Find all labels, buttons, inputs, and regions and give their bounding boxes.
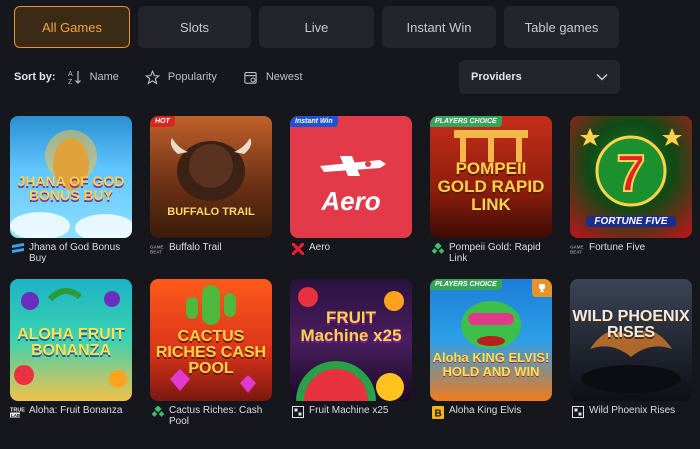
game-card[interactable]: JHANA OF GOD BONUS BUY Jhana of God Bonu…: [10, 116, 132, 279]
game-card[interactable]: Instant Win Aero Aero: [290, 116, 412, 279]
gamebeat-provider-icon: GAME BEAT: [570, 242, 586, 256]
game-name[interactable]: Jhana of God Bonus Buy: [29, 242, 132, 264]
game-art-title: POMPEII GOLD RAPID LINK: [437, 159, 545, 214]
tab-all-games[interactable]: All Games: [14, 6, 130, 48]
category-tabs: All Games Slots Live Instant Win Table g…: [14, 6, 619, 48]
trophy-icon: [532, 279, 552, 297]
badge-players-choice: PLAYERS CHOICE: [430, 116, 502, 127]
game-thumbnail[interactable]: ALOHA FRUIT BONANZA: [10, 279, 132, 401]
sort-az-icon: A Z: [68, 71, 81, 85]
game-thumbnail[interactable]: HOT BUFFALO TRAIL: [150, 116, 272, 238]
svg-text:B: B: [435, 408, 442, 419]
game-art-title: WILD PHOENIX RISES: [572, 308, 690, 341]
sort-label: Sort by:: [14, 71, 56, 83]
game-meta: Jhana of God Bonus Buy: [10, 242, 132, 264]
game-art-title: FORTUNE FIVE: [586, 216, 676, 227]
game-meta: GAME BEAT Buffalo Trail: [150, 242, 272, 256]
game-name[interactable]: Cactus Riches: Cash Pool: [169, 405, 272, 427]
game-art-title: Aloha KING ELVIS! HOLD AND WIN: [432, 350, 550, 379]
game-card[interactable]: FRUIT Machine x25 Fruit Machine x25: [290, 279, 412, 442]
game-thumbnail[interactable]: WILD PHOENIX RISES: [570, 279, 692, 401]
b-provider-icon: B: [430, 405, 446, 419]
chevron-down-icon: [596, 73, 608, 81]
game-name[interactable]: Wild Phoenix Rises: [589, 405, 675, 416]
game-meta: Pompeii Gold: Rapid Link: [430, 242, 552, 264]
badge-instant-win: Instant Win: [290, 116, 338, 127]
tab-table-games[interactable]: Table games: [504, 6, 619, 48]
sort-by-popularity[interactable]: Popularity: [144, 69, 217, 85]
sort-by-newest[interactable]: Newest: [243, 70, 303, 85]
providers-dropdown[interactable]: Providers: [459, 60, 620, 94]
calendar-icon: [244, 71, 257, 84]
truelab-provider-icon: TRUE LAB: [10, 405, 26, 419]
game-art-title: BUFFALO TRAIL: [167, 206, 255, 218]
tab-live[interactable]: Live: [259, 6, 374, 48]
game-card[interactable]: 7 FORTUNE FIVE GAME BEAT Fortune Five: [570, 116, 692, 279]
game-thumbnail[interactable]: FRUIT Machine x25: [290, 279, 412, 401]
svg-text:A: A: [68, 71, 73, 78]
grid-provider-icon: [570, 405, 586, 419]
game-card[interactable]: WILD PHOENIX RISES Wild Phoenix Rises: [570, 279, 692, 442]
game-thumbnail[interactable]: Instant Win Aero: [290, 116, 412, 238]
game-thumbnail[interactable]: PLAYERS CHOICE POMPEII GOLD RAPID LINK: [430, 116, 552, 238]
sort-name-label: Name: [89, 71, 119, 83]
game-meta: Fruit Machine x25: [290, 405, 412, 419]
game-name[interactable]: Buffalo Trail: [169, 242, 222, 253]
game-name[interactable]: Aero: [309, 242, 330, 253]
game-name[interactable]: Fruit Machine x25: [309, 405, 388, 416]
svg-text:7: 7: [617, 145, 646, 203]
game-art-title: JHANA OF GOD BONUS BUY: [17, 173, 125, 203]
game-meta: Wild Phoenix Rises: [570, 405, 692, 419]
game-card[interactable]: PLAYERS CHOICE Aloha KING ELVIS! HOLD AN…: [430, 279, 552, 442]
tab-instant-win[interactable]: Instant Win: [382, 6, 496, 48]
game-card[interactable]: ALOHA FRUIT BONANZA TRUE LAB Aloha: Fruit…: [10, 279, 132, 442]
game-name[interactable]: Fortune Five: [589, 242, 645, 253]
game-art-title: FRUIT Machine x25: [300, 308, 402, 345]
game-card[interactable]: PLAYERS CHOICE POMPEII GOLD RAPID LINK P…: [430, 116, 552, 279]
svg-text:Z: Z: [68, 79, 73, 85]
star-outline-icon: [144, 69, 160, 85]
game-card[interactable]: CACTUS RICHES CASH POOL Cactus Riches: C…: [150, 279, 272, 442]
sort-popularity-label: Popularity: [167, 71, 217, 83]
game-meta: B Aloha King Elvis: [430, 405, 552, 419]
game-card[interactable]: HOT BUFFALO TRAIL GAME BEAT Buffalo Trail: [150, 116, 272, 279]
badge-players-choice: PLAYERS CHOICE: [430, 279, 502, 290]
game-name[interactable]: Pompeii Gold: Rapid Link: [449, 242, 552, 264]
svg-text:LAB: LAB: [11, 413, 21, 418]
sort-newest-label: Newest: [265, 71, 303, 83]
game-thumbnail[interactable]: CACTUS RICHES CASH POOL: [150, 279, 272, 401]
game-name[interactable]: Aloha: Fruit Bonanza: [29, 405, 122, 416]
providers-label: Providers: [471, 71, 522, 83]
plane-art: [320, 156, 386, 176]
game-art-title: Aero: [321, 186, 381, 216]
stripes-provider-icon: [10, 242, 26, 256]
x-provider-icon: [290, 242, 306, 256]
game-meta: TRUE LAB Aloha: Fruit Bonanza: [10, 405, 132, 419]
game-thumbnail[interactable]: JHANA OF GOD BONUS BUY: [10, 116, 132, 238]
game-meta: Cactus Riches: Cash Pool: [150, 405, 272, 427]
game-meta: GAME BEAT Fortune Five: [570, 242, 692, 256]
diamond-provider-icon: [430, 242, 446, 256]
tab-slots[interactable]: Slots: [138, 6, 251, 48]
game-art-title: CACTUS RICHES CASH POOL: [155, 328, 267, 377]
buffalo-art: [170, 138, 252, 201]
games-grid: JHANA OF GOD BONUS BUY Jhana of God Bonu…: [10, 116, 692, 442]
badge-hot: HOT: [150, 116, 175, 127]
svg-text:BEAT: BEAT: [570, 250, 582, 255]
game-thumbnail[interactable]: 7 FORTUNE FIVE: [570, 116, 692, 238]
grid-provider-icon: [290, 405, 306, 419]
gamebeat-provider-icon: GAME BEAT: [150, 242, 166, 256]
sort-by-name[interactable]: A Z Name: [68, 69, 119, 85]
frog-art: [461, 301, 521, 349]
game-art-title: ALOHA FRUIT BONANZA: [17, 326, 125, 359]
svg-text:BEAT: BEAT: [150, 250, 162, 255]
game-meta: Aero: [290, 242, 412, 256]
diamond-provider-icon: [150, 405, 166, 419]
game-name[interactable]: Aloha King Elvis: [449, 405, 521, 416]
game-thumbnail[interactable]: PLAYERS CHOICE Aloha KING ELVIS! HOLD AN…: [430, 279, 552, 401]
